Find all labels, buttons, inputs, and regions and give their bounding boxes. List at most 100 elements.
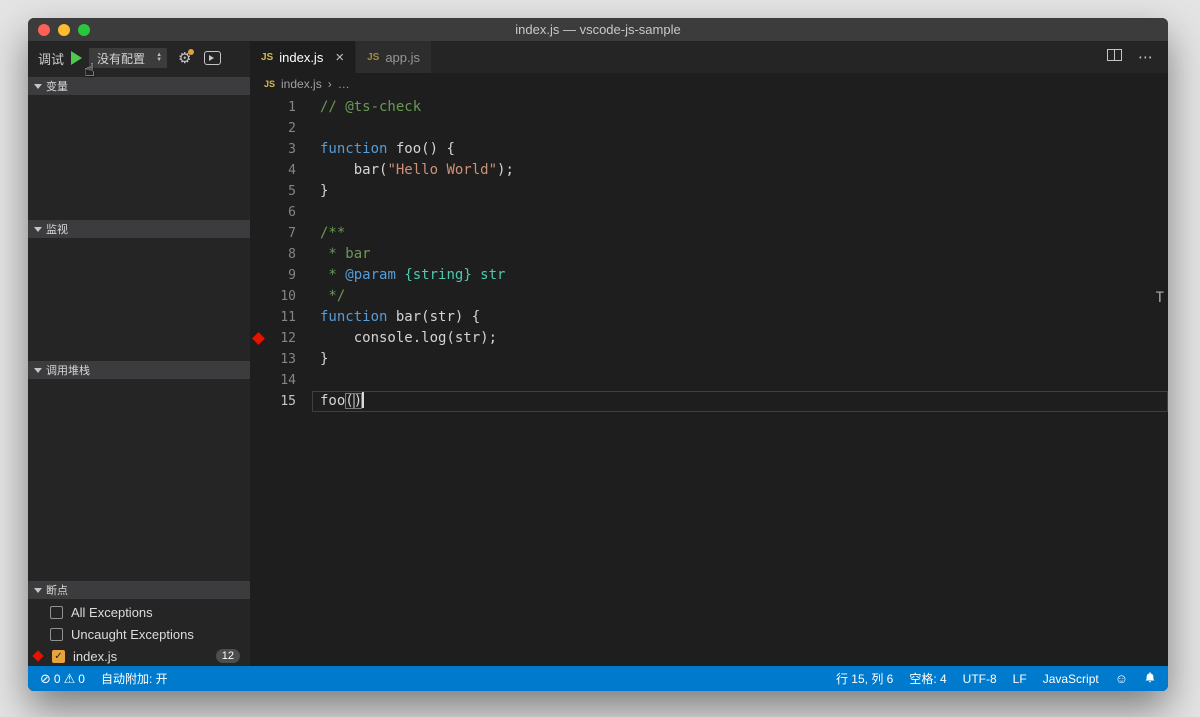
code-token: {string} str [404, 267, 505, 283]
titlebar[interactable]: index.js — vscode-js-sample [28, 18, 1168, 41]
debug-config-dropdown[interactable]: 没有配置 ▲ ▼ [89, 48, 167, 68]
tab-index-js[interactable]: JS index.js × [250, 41, 356, 73]
line-number-gutter[interactable]: 8 [250, 244, 312, 265]
line-number-gutter[interactable]: 13 [250, 349, 312, 370]
line-number: 12 [280, 331, 296, 346]
js-file-icon: JS [264, 79, 275, 89]
language-mode-status[interactable]: JavaScript [1043, 672, 1099, 686]
line-number-gutter[interactable]: 15 [250, 391, 312, 412]
checkbox-uncaught-exceptions[interactable] [50, 628, 63, 641]
code-line-content[interactable]: */ [312, 286, 1168, 307]
code-line[interactable]: 8 * bar [250, 244, 1168, 265]
code-token: * [320, 267, 345, 283]
code-line-content[interactable]: bar("Hello World"); [312, 160, 1168, 181]
line-number: 4 [288, 163, 296, 178]
breakpoint-file-row[interactable]: ✓ index.js 12 [28, 645, 250, 667]
line-number-gutter[interactable]: 2 [250, 118, 312, 139]
minimize-window-button[interactable] [58, 24, 70, 36]
configure-button[interactable]: ⚙ [178, 51, 191, 66]
debug-toolbar: 调试 没有配置 ▲ ▼ ⚙ [28, 41, 250, 75]
js-file-icon: JS [367, 52, 379, 63]
code-line-content[interactable]: * @param {string} str [312, 265, 1168, 286]
arrow-down-icon: ▼ [156, 58, 162, 63]
code-line[interactable]: 11function bar(str) { [250, 307, 1168, 328]
debug-console-button[interactable] [204, 51, 221, 65]
code-line[interactable]: 15foo() [250, 391, 1168, 412]
more-actions-button[interactable]: ⋯ [1138, 48, 1154, 66]
checkbox-index-js[interactable]: ✓ [52, 650, 65, 663]
split-editor-button[interactable] [1107, 48, 1122, 66]
line-number-gutter[interactable]: 12 [250, 328, 312, 349]
code-line[interactable]: 13} [250, 349, 1168, 370]
breakpoint-uncaught-exceptions-row[interactable]: Uncaught Exceptions [28, 623, 250, 645]
auto-attach-status[interactable]: 自动附加: 开 [101, 670, 168, 687]
code-line[interactable]: 3function foo() { [250, 139, 1168, 160]
status-bar: ⊘ 0 ⚠ 0 自动附加: 开 行 15, 列 6 空格: 4 UTF-8 LF… [28, 666, 1168, 691]
eol-status[interactable]: LF [1013, 672, 1027, 686]
tab-label: index.js [279, 50, 323, 65]
code-line[interactable]: 6 [250, 202, 1168, 223]
zoom-window-button[interactable] [78, 24, 90, 36]
code-line[interactable]: 12 console.log(str); [250, 328, 1168, 349]
notifications-bell-icon[interactable] [1144, 671, 1156, 687]
code-line[interactable]: 9 * @param {string} str [250, 265, 1168, 286]
line-number-gutter[interactable]: 6 [250, 202, 312, 223]
line-number-gutter[interactable]: 1 [250, 97, 312, 118]
line-number: 1 [288, 100, 296, 115]
code-token: bar(str) { [387, 309, 480, 325]
code-token: ( [345, 393, 353, 409]
line-number-gutter[interactable]: 11 [250, 307, 312, 328]
code-area[interactable]: 1// @ts-check23function foo() {4 bar("He… [250, 95, 1168, 666]
close-window-button[interactable] [38, 24, 50, 36]
line-number-gutter[interactable]: 3 [250, 139, 312, 160]
code-line-content[interactable] [312, 118, 1168, 139]
code-line[interactable]: 10 */ [250, 286, 1168, 307]
code-line-content[interactable]: } [312, 349, 1168, 370]
line-number-gutter[interactable]: 5 [250, 181, 312, 202]
check-icon: ✓ [54, 651, 62, 662]
code-line-content[interactable]: // @ts-check [312, 97, 1168, 118]
code-line-content[interactable]: * bar [312, 244, 1168, 265]
code-line-content[interactable]: console.log(str); [312, 328, 1168, 349]
section-watch[interactable]: 监视 [28, 220, 250, 238]
code-line[interactable]: 14 [250, 370, 1168, 391]
breadcrumb-file[interactable]: index.js [281, 77, 322, 91]
code-line-content[interactable]: function foo() { [312, 139, 1168, 160]
line-number-gutter[interactable]: 9 [250, 265, 312, 286]
code-line-content[interactable]: foo() [312, 391, 1168, 412]
line-number-gutter[interactable]: 10 [250, 286, 312, 307]
overview-ruler-marker: T [1156, 290, 1164, 306]
code-line[interactable]: 4 bar("Hello World"); [250, 160, 1168, 181]
code-line-content[interactable]: /** [312, 223, 1168, 244]
line-number-gutter[interactable]: 7 [250, 223, 312, 244]
code-line-content[interactable]: function bar(str) { [312, 307, 1168, 328]
start-debug-button[interactable] [71, 51, 82, 65]
code-line[interactable]: 1 // @ts-check [250, 97, 1168, 118]
code-token: foo [320, 393, 345, 409]
section-callstack[interactable]: 调用堆栈 [28, 361, 250, 379]
tab-app-js[interactable]: JS app.js [356, 41, 432, 73]
indentation-status[interactable]: 空格: 4 [909, 670, 946, 687]
section-variables[interactable]: 变量 [28, 77, 250, 95]
line-number-gutter[interactable]: 14 [250, 370, 312, 391]
code-line-content[interactable] [312, 202, 1168, 223]
code-token: ) [354, 393, 362, 409]
encoding-status[interactable]: UTF-8 [963, 672, 997, 686]
problems-indicator[interactable]: ⊘ 0 ⚠ 0 [40, 672, 85, 686]
checkbox-all-exceptions[interactable] [50, 606, 63, 619]
section-breakpoints[interactable]: 断点 [28, 581, 250, 599]
breakpoint-all-exceptions-row[interactable]: All Exceptions [28, 601, 250, 623]
code-line[interactable]: 7/** [250, 223, 1168, 244]
breakpoint-icon[interactable] [252, 332, 265, 345]
code-line[interactable]: 5} [250, 181, 1168, 202]
feedback-smiley-icon[interactable]: ☺ [1115, 672, 1128, 685]
code-line-content[interactable]: } [312, 181, 1168, 202]
line-number-gutter[interactable]: 4 [250, 160, 312, 181]
breadcrumb-symbol-ellipsis[interactable]: … [338, 77, 350, 91]
line-number: 9 [288, 268, 296, 283]
close-tab-icon[interactable]: × [335, 50, 344, 65]
code-line[interactable]: 2 [250, 118, 1168, 139]
code-line-content[interactable] [312, 370, 1168, 391]
cursor-position-status[interactable]: 行 15, 列 6 [836, 670, 893, 687]
tab-label: app.js [385, 50, 420, 65]
